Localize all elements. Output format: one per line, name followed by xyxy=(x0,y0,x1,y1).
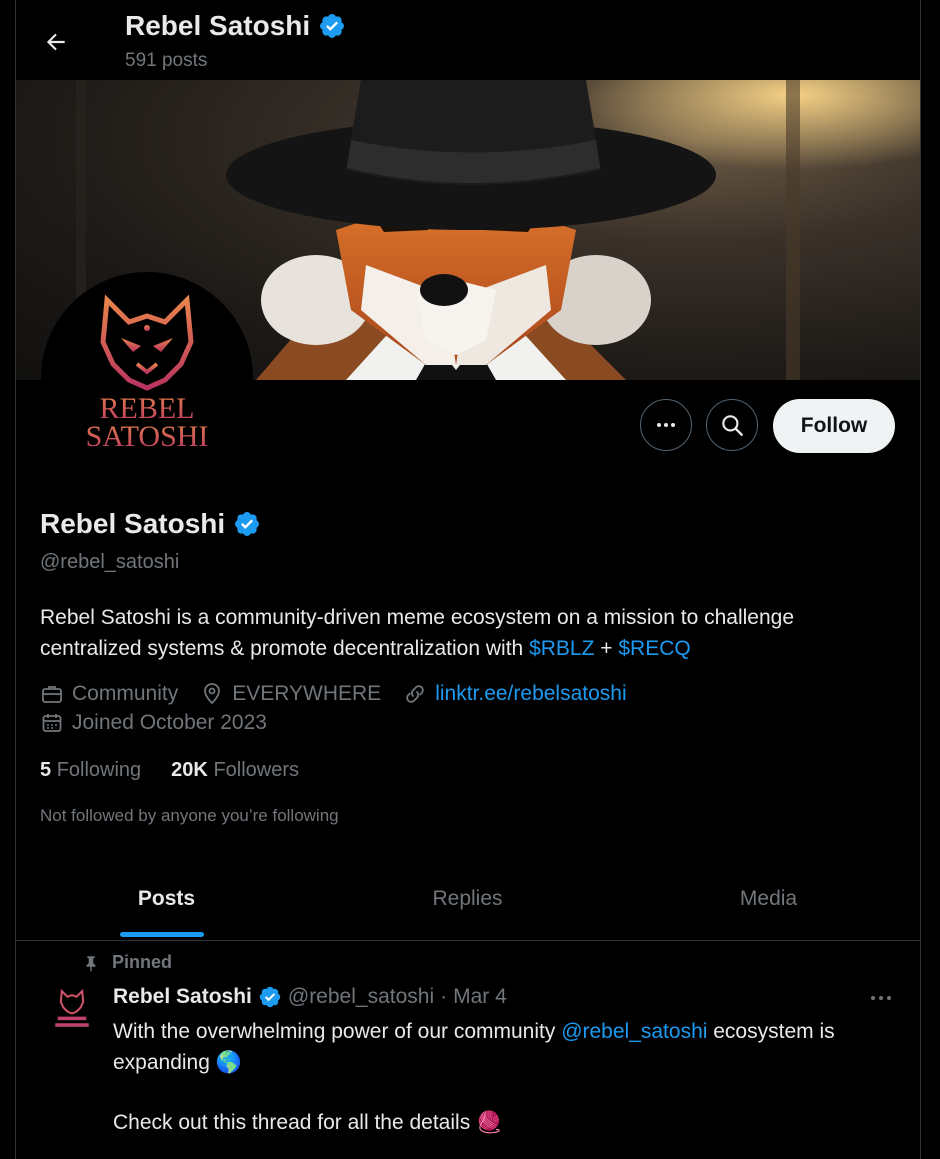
tweet-text: With the overwhelming power of our commu… xyxy=(113,1016,903,1078)
header-post-count: 591 posts xyxy=(125,50,208,71)
verified-badge-icon xyxy=(320,14,345,38)
active-tab-indicator xyxy=(120,932,204,937)
tweet-more-button[interactable] xyxy=(864,984,898,1012)
location-pin-icon xyxy=(204,683,221,705)
profile-joined: Joined October 2023 xyxy=(40,711,267,735)
not-followed-note: Not followed by anyone you’re following xyxy=(40,806,339,825)
follow-counts: 5 Following 20K Followers xyxy=(40,759,299,782)
profile-location: EVERYWHERE xyxy=(200,682,381,706)
profile-name-row: Rebel Satoshi xyxy=(40,508,261,540)
cashtag-rblz-link[interactable]: $RBLZ xyxy=(529,637,594,660)
profile-website: linktr.ee/rebelsatoshi xyxy=(403,682,627,706)
verified-badge-icon[interactable] xyxy=(258,985,282,1009)
profile-category: Community xyxy=(40,682,178,706)
tab-media[interactable]: Media xyxy=(618,858,919,940)
rebel-satoshi-logo: REBEL SATOSHI xyxy=(86,294,209,453)
briefcase-icon xyxy=(42,686,62,703)
profile-tabs: Posts Replies Media xyxy=(16,858,920,941)
rebel-satoshi-logo-small xyxy=(55,988,89,1027)
joined-label: Joined October 2023 xyxy=(72,711,267,734)
following-link[interactable]: 5 Following xyxy=(40,759,141,782)
tweet-separator: · xyxy=(440,985,448,1008)
header-name: Rebel Satoshi xyxy=(125,10,311,41)
tab-replies[interactable]: Replies xyxy=(317,858,618,940)
tweet-author-handle[interactable]: @rebel_satoshi xyxy=(288,985,434,1009)
search-profile-button[interactable] xyxy=(706,399,758,451)
tweet-mention-link[interactable]: @rebel_satoshi xyxy=(561,1020,707,1043)
profile-header-bar: Rebel Satoshi 591 posts xyxy=(16,0,920,80)
tweet-author-avatar[interactable] xyxy=(45,984,99,1038)
website-link[interactable]: linktr.ee/rebelsatoshi xyxy=(435,682,626,706)
search-icon xyxy=(722,415,743,436)
category-label: Community xyxy=(72,682,179,705)
profile-joined-row: Joined October 2023 xyxy=(40,711,289,735)
more-options-button[interactable] xyxy=(640,399,692,451)
profile-avatar[interactable]: REBEL SATOSHI xyxy=(41,272,253,484)
following-count: 5 xyxy=(40,759,52,781)
window-right-edge xyxy=(920,0,940,1159)
pinned-label: Pinned xyxy=(112,952,173,972)
window-left-edge xyxy=(0,0,14,1159)
ellipsis-icon xyxy=(657,423,675,427)
profile-name: Rebel Satoshi xyxy=(40,508,226,539)
followers-count: 20K xyxy=(171,759,208,781)
followers-link[interactable]: 20K Followers xyxy=(171,759,299,782)
avatar-logo-text-bottom: SATOSHI xyxy=(86,420,209,453)
followers-label: Followers xyxy=(213,759,300,781)
pin-icon xyxy=(86,955,96,971)
calendar-icon xyxy=(42,714,62,732)
tweet-header: Rebel Satoshi @rebel_satoshi · Mar 4 xyxy=(113,985,507,1009)
location-label: EVERYWHERE xyxy=(232,682,382,705)
profile-handle: @rebel_satoshi xyxy=(40,551,180,573)
profile-meta-row: Community EVERYWHERE linktr.ee/rebelsato… xyxy=(40,682,649,706)
follow-button[interactable]: Follow xyxy=(773,399,895,453)
cashtag-recq-link[interactable]: $RECQ xyxy=(618,637,690,660)
ellipsis-icon xyxy=(871,996,891,1000)
tweet-date[interactable]: Mar 4 xyxy=(453,985,507,1009)
pinned-indicator: Pinned xyxy=(82,952,172,973)
tab-posts[interactable]: Posts xyxy=(16,858,317,940)
back-button[interactable] xyxy=(38,24,74,60)
bio-plus: + xyxy=(594,637,619,660)
header-title: Rebel Satoshi xyxy=(125,10,346,42)
profile-bio: Rebel Satoshi is a community-driven meme… xyxy=(40,602,900,664)
tweet-text-part1: With the overwhelming power of our commu… xyxy=(113,1020,562,1043)
arrow-left-icon xyxy=(46,33,65,51)
tweet-author-name[interactable]: Rebel Satoshi xyxy=(113,985,252,1009)
following-label: Following xyxy=(56,759,142,781)
profile-column: Rebel Satoshi 591 posts REBEL SATOSHI Fo… xyxy=(15,0,921,1159)
tweet-text-line2: Check out this thread for all the detail… xyxy=(113,1111,503,1134)
verified-badge-icon[interactable] xyxy=(233,510,261,538)
link-icon xyxy=(406,685,424,703)
